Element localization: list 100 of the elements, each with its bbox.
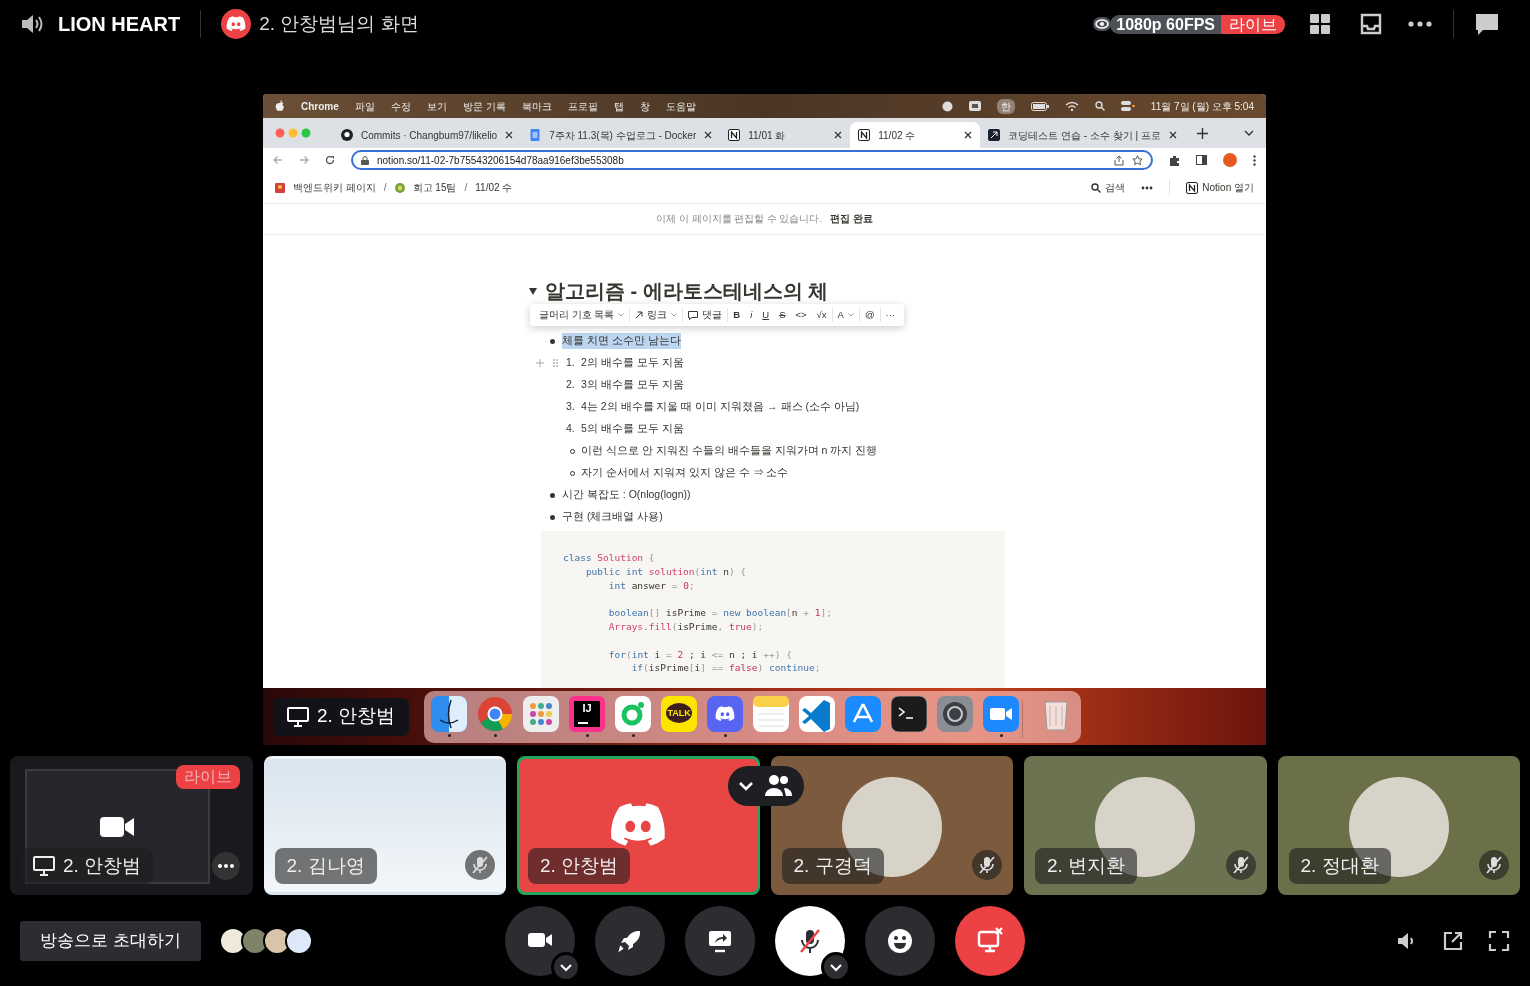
browser-tab[interactable]: 11/02 수 bbox=[850, 122, 981, 148]
search-icon[interactable] bbox=[1094, 101, 1105, 111]
chevron-down-icon[interactable] bbox=[821, 952, 851, 982]
list-text[interactable]: 자기 순서에서 지워져 있지 않은 수 ⇒ 소수 bbox=[581, 465, 789, 481]
comment-icon bbox=[688, 310, 699, 320]
format-button[interactable]: i bbox=[745, 307, 758, 323]
menu-item[interactable]: 방문 기록 bbox=[462, 98, 506, 114]
reload-icon[interactable] bbox=[325, 155, 335, 165]
participant-tile[interactable]: 2. 김나영 bbox=[263, 756, 506, 895]
list-number: 4. bbox=[566, 421, 576, 437]
video-call-icon[interactable] bbox=[968, 101, 981, 111]
open-app-button[interactable]: Notion 열기 bbox=[1169, 180, 1254, 195]
menu-item[interactable]: 보기 bbox=[426, 98, 447, 114]
share-icon[interactable] bbox=[1114, 154, 1124, 166]
browser-tab[interactable]: 코딩테스트 연습 - 소수 찾기 | 프로 bbox=[980, 122, 1185, 148]
list-text[interactable]: 4는 2의 배수를 지울 때 이미 지워졌음 → 패스 (소수 아님) bbox=[581, 399, 860, 415]
dock-app-icon[interactable] bbox=[937, 696, 974, 732]
participant-tile[interactable]: 2. 정대환 bbox=[1277, 756, 1520, 895]
chevron-down-icon[interactable] bbox=[551, 952, 581, 982]
format-button[interactable]: @ bbox=[858, 307, 880, 323]
menu-item[interactable]: 수정 bbox=[390, 98, 411, 114]
lock-icon bbox=[361, 155, 369, 165]
format-button[interactable]: ··· bbox=[879, 307, 901, 323]
done-editing-link[interactable]: 편집 완료 bbox=[830, 211, 873, 227]
more-icon[interactable] bbox=[1141, 185, 1154, 190]
side-panel-icon[interactable] bbox=[1196, 155, 1207, 165]
participant-name: 2. 정대환 bbox=[1288, 847, 1391, 884]
grid-icon[interactable] bbox=[1309, 13, 1331, 35]
browser-tab[interactable]: 11/01 화 bbox=[720, 122, 851, 148]
list-text[interactable]: 2의 배수를 모두 지움 bbox=[581, 355, 684, 371]
profile-avatar-icon[interactable] bbox=[1223, 153, 1237, 167]
close-icon[interactable] bbox=[505, 131, 514, 139]
close-icon[interactable] bbox=[1168, 131, 1177, 139]
plus-icon[interactable] bbox=[1196, 127, 1208, 139]
dock-app-icon[interactable] bbox=[891, 696, 928, 732]
format-button[interactable]: √x bbox=[811, 307, 832, 323]
list-text[interactable]: 3의 배수를 모두 지움 bbox=[581, 377, 684, 393]
bullet-icon bbox=[550, 492, 555, 498]
breadcrumb-link[interactable]: 백엔드위키 페이지 bbox=[293, 180, 376, 195]
participant-tile[interactable]: 라이브 2. 안창범 bbox=[10, 756, 253, 895]
format-button[interactable]: 글머리 기호 목록 bbox=[534, 307, 630, 323]
browser-tab[interactable]: Commits · Changbum97/likelio bbox=[333, 122, 522, 148]
participant-tile[interactable]: 2. 변지환 bbox=[1024, 756, 1267, 895]
menu-item[interactable]: 도움말 bbox=[665, 98, 696, 114]
tab-favicon-icon bbox=[858, 129, 871, 141]
dock-app-icon[interactable] bbox=[661, 696, 698, 732]
apple-icon[interactable] bbox=[275, 100, 285, 112]
list-text[interactable]: 시간 복잡도 : O(nlog(logn)) bbox=[562, 487, 691, 503]
invite-button[interactable]: 방송으로 초대하기 bbox=[20, 921, 201, 961]
menu-icon[interactable] bbox=[1253, 154, 1256, 166]
menu-item[interactable]: 창 bbox=[639, 98, 650, 114]
star-icon[interactable] bbox=[1132, 154, 1143, 166]
menu-app-name[interactable]: Chrome bbox=[301, 98, 339, 114]
format-button[interactable]: 댓글 bbox=[682, 307, 728, 323]
breadcrumb-link[interactable]: 11/02 수 bbox=[475, 180, 513, 195]
toggle-triangle-icon[interactable] bbox=[529, 287, 537, 295]
extensions-icon[interactable] bbox=[1169, 154, 1180, 166]
battery-icon[interactable] bbox=[1030, 101, 1049, 111]
close-icon[interactable] bbox=[704, 131, 713, 139]
wifi-icon[interactable] bbox=[1064, 101, 1079, 111]
inbox-icon[interactable] bbox=[1359, 12, 1383, 36]
page-icon bbox=[394, 182, 405, 193]
search-button[interactable]: 검색 bbox=[1091, 180, 1126, 195]
list-text[interactable]: 이런 식으로 안 지워진 수들의 배수들을 지워가며 n 까지 진행 bbox=[581, 443, 878, 459]
dock-app-icon[interactable] bbox=[431, 696, 468, 732]
list-text[interactable]: 체를 치면 소수만 남는다 bbox=[562, 333, 681, 349]
menu-item[interactable]: 프로필 bbox=[567, 98, 598, 114]
more-icon[interactable] bbox=[1407, 20, 1433, 28]
code-line: boolean[] isPrime = new boolean[n + 1]; bbox=[607, 606, 833, 620]
format-button[interactable]: A bbox=[831, 307, 859, 323]
list-text[interactable]: 구현 (체크배열 사용) bbox=[562, 509, 663, 525]
control-center-icon[interactable] bbox=[1120, 101, 1135, 111]
close-icon[interactable] bbox=[964, 131, 973, 139]
menu-item[interactable]: 파일 bbox=[354, 98, 375, 114]
format-button[interactable]: U bbox=[757, 307, 775, 323]
menu-item[interactable]: 북마크 bbox=[521, 98, 552, 114]
more-icon[interactable] bbox=[211, 852, 240, 880]
participant-tile[interactable]: 2. 구경덕 bbox=[770, 756, 1013, 895]
browser-tab[interactable]: 7주차 11.3(목) 수업로그 - Docker bbox=[521, 122, 721, 148]
participant-tile[interactable]: 2. 안창범 bbox=[517, 756, 760, 895]
format-button[interactable]: <> bbox=[790, 307, 812, 323]
close-icon[interactable] bbox=[834, 131, 843, 139]
popout-icon[interactable] bbox=[1442, 930, 1464, 952]
format-button[interactable]: 링크 bbox=[629, 307, 683, 323]
dock-app-icon[interactable] bbox=[569, 696, 606, 732]
address-field[interactable]: notion.so/11-02-7b75543206154d78aa916ef3be55308b bbox=[351, 150, 1153, 170]
breadcrumb-separator: / bbox=[464, 181, 468, 195]
format-button[interactable]: B bbox=[727, 307, 746, 323]
chat-icon[interactable] bbox=[1474, 12, 1500, 36]
video-camera-icon bbox=[100, 814, 135, 839]
record-icon[interactable] bbox=[941, 100, 953, 112]
menu-item[interactable]: 탭 bbox=[613, 98, 624, 114]
app-logo-text: TALK bbox=[667, 707, 691, 719]
code-line: class Solution { bbox=[563, 551, 656, 565]
list-text[interactable]: 5의 배수를 모두 지움 bbox=[581, 421, 684, 437]
chevron-down-icon[interactable] bbox=[1244, 130, 1254, 136]
breadcrumb-link[interactable]: 회고 15팀 bbox=[412, 180, 457, 195]
fullscreen-icon[interactable] bbox=[1488, 930, 1510, 952]
format-button[interactable]: S bbox=[774, 307, 791, 323]
smile-icon bbox=[886, 927, 914, 955]
